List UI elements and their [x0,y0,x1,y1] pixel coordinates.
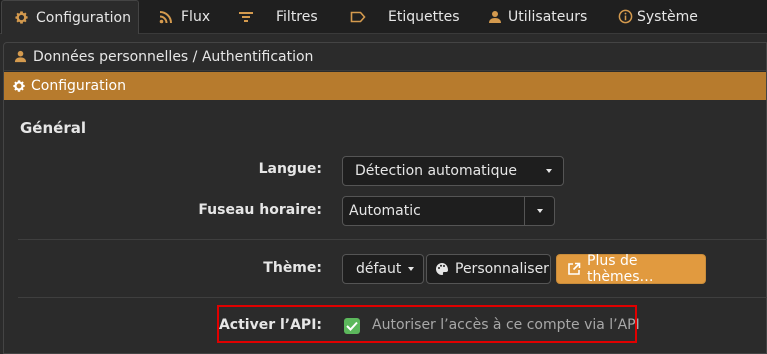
personnaliser-label: Personnaliser [455,261,549,277]
tab-bar: Configuration Flux Filtres Etiquettes Ut… [0,0,767,34]
tab-filtres[interactable]: Filtres [238,0,318,33]
api-checkbox[interactable] [344,318,360,334]
config-panel: Données personnelles / Authentification … [3,42,767,354]
external-link-icon [567,262,581,276]
palette-icon [435,262,449,276]
rss-icon [158,9,174,25]
user-icon [487,9,503,25]
tab-label: Système [637,8,698,25]
plus-themes-label: Plus de thèmes… [587,253,654,285]
tab-label: Filtres [276,8,318,25]
tab-label: Utilisateurs [508,8,588,25]
fuseau-label: Fuseau horaire: [198,202,322,218]
check-icon [346,321,358,331]
tab-utilisateurs[interactable]: Utilisateurs [487,0,587,33]
fuseau-select[interactable]: Automatic [342,196,555,226]
divider [18,297,767,298]
theme-value: défaut [356,261,402,277]
fuseau-value: Automatic [349,203,421,219]
user-icon [14,50,27,63]
api-checkbox-label[interactable]: Autoriser l’accès à ce compte via l’API [372,317,640,333]
langue-label: Langue: [258,161,322,177]
tab-etiquettes[interactable]: Etiquettes [350,0,459,33]
plus-themes-button[interactable]: Plus de thèmes… [556,253,706,285]
gear-icon [13,10,29,26]
tab-label: Etiquettes [388,8,460,25]
info-icon [617,9,633,25]
label-icon [350,9,366,25]
divider [18,239,767,240]
section-label: Configuration [31,78,126,94]
personnaliser-button[interactable]: Personnaliser [426,254,551,284]
general-heading: Général [20,119,86,137]
select-divider [524,197,525,225]
api-label: Activer l’API: [218,317,322,333]
tab-label: Flux [181,8,211,25]
chevron-down-icon [537,209,543,213]
tab-flux[interactable]: Flux [158,0,210,33]
tab-configuration[interactable]: Configuration [1,0,139,34]
langue-select[interactable]: Détection automatique [342,156,564,186]
theme-select[interactable]: défaut [342,254,424,284]
gear-icon [12,79,26,93]
filter-icon [238,9,254,25]
tab-systeme[interactable]: Système [617,0,698,33]
panel-header-label: Données personnelles / Authentification [33,48,314,65]
section-configuration[interactable]: Configuration [4,72,766,100]
panel-header[interactable]: Données personnelles / Authentification [4,43,766,71]
tab-label: Configuration [36,9,131,26]
theme-label: Thème: [263,260,322,276]
chevron-down-icon [546,169,552,173]
langue-value: Détection automatique [355,163,517,179]
chevron-down-icon [408,267,414,271]
